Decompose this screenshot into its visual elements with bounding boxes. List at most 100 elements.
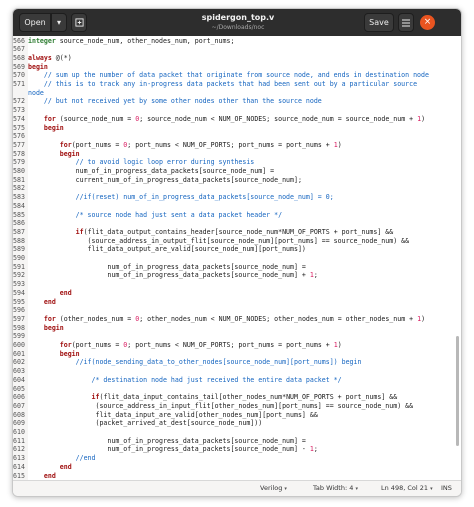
code-line: 591 num_of_in_progress_data_packets[sour… — [13, 263, 306, 272]
code-line: 613 //end — [13, 454, 96, 463]
code-line: 597 for (other_nodes_num = 0; other_node… — [13, 315, 425, 324]
code-line: 582 — [13, 184, 28, 193]
insert-mode-indicator[interactable]: INS — [441, 481, 452, 496]
line-number: 590 — [13, 254, 25, 262]
code-line: 602 //if(node_sending_data_to_other_node… — [13, 358, 361, 367]
chevron-down-icon: ▾ — [355, 486, 358, 492]
new-tab-button[interactable] — [71, 13, 87, 32]
line-number: 593 — [13, 280, 25, 289]
code-text: // to avoid logic loop error during synt… — [28, 158, 255, 167]
code-token: begin — [59, 349, 80, 358]
code-text: end — [28, 463, 72, 472]
code-text: if(flit_data_input_contains_tail[other_n… — [28, 393, 398, 402]
code-text: node — [28, 89, 44, 98]
code-line: 603 — [13, 367, 28, 376]
code-text: // sum up the number of data packet that… — [28, 71, 429, 80]
code-line: 572 // but not received yet by some othe… — [13, 97, 322, 106]
tab-width-selector[interactable]: Tab Width: 4 ▾ — [313, 481, 358, 496]
code-text: for(port_nums = 0; port_nums < NUM_OF_PO… — [28, 141, 342, 150]
line-number: 599 — [13, 332, 25, 341]
code-text: //if(node_sending_data_to_other_nodes[so… — [28, 358, 362, 367]
code-text: end — [28, 298, 56, 307]
code-text: (source_address_in_output_flit[source_no… — [28, 237, 410, 246]
code-line: 606 if(flit_data_input_contains_tail[oth… — [13, 393, 397, 402]
code-token: // but not received yet by some other no… — [28, 97, 322, 106]
code-token: begin — [28, 62, 48, 71]
code-line: 581 current_num_of_in_progress_data_pack… — [13, 176, 302, 185]
line-number: 572 — [13, 97, 25, 106]
language-label: Verilog — [260, 484, 283, 492]
code-token: source_node_num, other_nodes_num, port_n… — [55, 36, 235, 45]
code-token: ; source_node_num < NUM_OF_NODES; source… — [139, 114, 418, 123]
code-token: (flit_data_input_contains_tail[other_nod… — [99, 393, 398, 402]
code-text: (packet_arrived_at_dest[source_node_num]… — [28, 419, 262, 428]
code-text: num_of_in_progress_data_packets[source_n… — [28, 167, 275, 176]
code-text: flit_data_output_are_valid[source_node_n… — [28, 245, 306, 254]
code-token: begin — [43, 123, 64, 132]
line-number: 603 — [13, 367, 25, 376]
code-token: /* source node had just sent a data pack… — [28, 210, 283, 219]
code-token: node — [28, 88, 44, 97]
code-text: end — [28, 472, 56, 481]
code-token: // this is to track any in-progress data… — [28, 80, 418, 88]
code-token: begin — [43, 323, 64, 332]
code-text: // but not received yet by some other no… — [28, 97, 322, 106]
line-number: 581 — [13, 175, 25, 184]
code-token: for — [43, 114, 56, 123]
line-number: 566 — [13, 36, 25, 45]
line-number: 571 — [13, 80, 25, 88]
code-line: 579 // to avoid logic loop error during … — [13, 158, 254, 167]
line-number: 609 — [13, 419, 25, 428]
language-selector[interactable]: Verilog ▾ — [260, 481, 287, 496]
code-line: 576 — [13, 132, 28, 141]
open-menu-button[interactable]: ▾ — [51, 13, 67, 32]
line-number: 601 — [13, 349, 25, 358]
code-token: num_of_in_progress_data_packets[source_n… — [28, 167, 275, 175]
scrollbar[interactable] — [456, 336, 459, 446]
line-number: 569 — [13, 62, 25, 71]
cursor-position-label: Ln 498, Col 21 — [381, 484, 429, 492]
main-menu-button[interactable] — [398, 13, 414, 32]
code-token: end — [43, 471, 56, 480]
cursor-position[interactable]: Ln 498, Col 21 ▾ — [381, 481, 433, 496]
close-button[interactable]: × — [420, 15, 435, 30]
code-line: 578 begin — [13, 150, 80, 159]
code-token: flit_data_input_are_valid[other_nodes_nu… — [28, 410, 318, 419]
line-number: 588 — [13, 236, 25, 245]
code-text: (source_address_in_input_flit[other_node… — [28, 402, 413, 411]
line-number: 607 — [13, 401, 25, 410]
open-button[interactable]: Open — [19, 13, 51, 32]
line-number: 579 — [13, 158, 25, 167]
line-number: 583 — [13, 193, 25, 202]
code-token: //if(node_sending_data_to_other_nodes[so… — [28, 358, 362, 367]
code-token: // to avoid logic loop error during synt… — [28, 158, 255, 167]
code-text: // this is to track any in-progress data… — [28, 80, 417, 89]
code-line: 569 begin — [13, 63, 48, 72]
code-token: //if(reset) num_of_in_progress_data_pack… — [28, 193, 334, 202]
code-text: //if(reset) num_of_in_progress_data_pack… — [28, 193, 334, 202]
code-line: 605 — [13, 385, 28, 394]
line-number: 597 — [13, 314, 25, 323]
code-editor[interactable]: 566 integer source_node_num, other_nodes_… — [13, 36, 461, 482]
line-number: 567 — [13, 45, 25, 54]
header-bar: Open ▾ spidergon_top.v ~/Downloads/noc S… — [13, 9, 461, 36]
code-line: 596 — [13, 306, 28, 315]
chevron-down-icon: ▾ — [430, 486, 433, 492]
save-button[interactable]: Save — [364, 13, 394, 32]
line-number: 596 — [13, 306, 25, 315]
code-line: 592 num_of_in_progress_data_packets[sour… — [13, 271, 318, 280]
line-number: 582 — [13, 184, 25, 193]
code-text: for (other_nodes_num = 0; other_nodes_nu… — [28, 315, 425, 324]
editor-window: Open ▾ spidergon_top.v ~/Downloads/noc S… — [12, 8, 462, 497]
line-number: 606 — [13, 393, 25, 402]
code-line: 580 num_of_in_progress_data_packets[sour… — [13, 167, 274, 176]
code-line: 599 — [13, 332, 28, 341]
code-token: /* destination node had just received th… — [28, 375, 342, 384]
code-text: begin — [28, 124, 64, 133]
code-token: end — [59, 462, 72, 471]
